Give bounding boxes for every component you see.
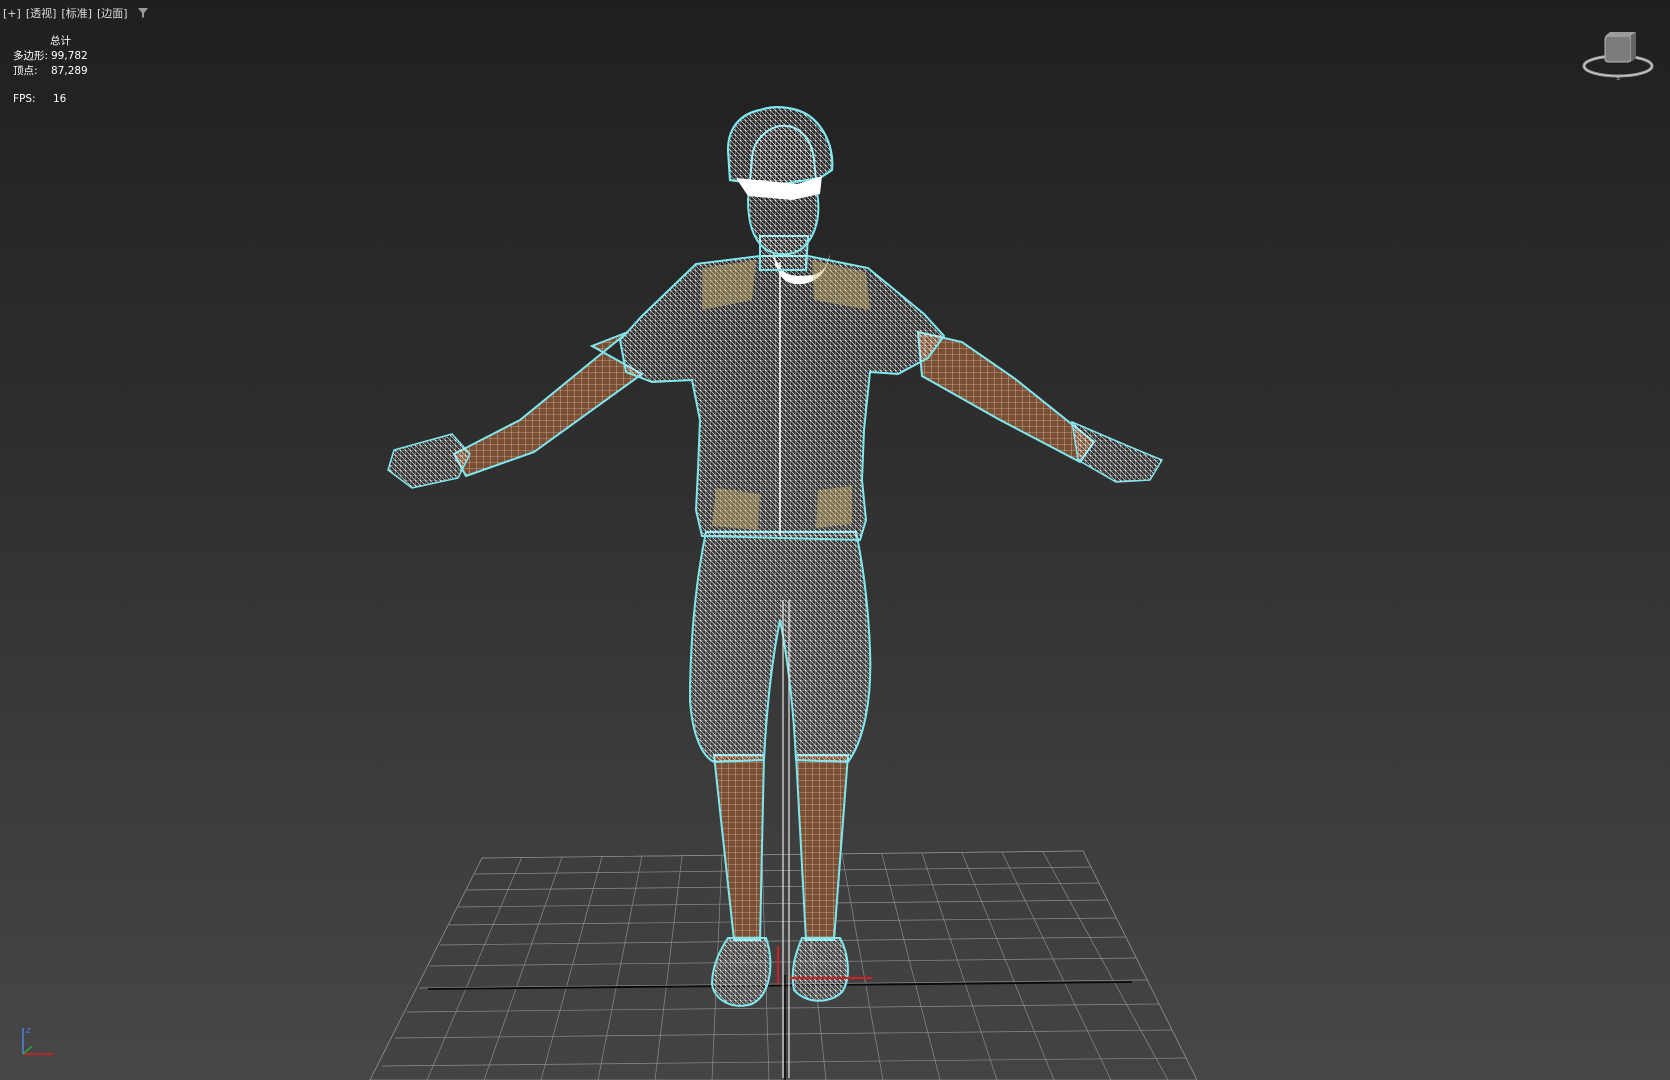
xyz-axis-icon: z [22, 1026, 54, 1055]
model-helmet [726, 106, 834, 188]
model-right-arm [916, 330, 1096, 464]
model-shorts [688, 531, 872, 764]
viewport-scene[interactable] [0, 0, 1670, 1080]
model-left-arm [452, 331, 644, 478]
axis-z-label: z [26, 1026, 31, 1036]
viewcube-navigation-icon[interactable]: S [1580, 30, 1656, 86]
model-torso-jersey [618, 255, 946, 542]
svg-text:S: S [1616, 75, 1620, 82]
